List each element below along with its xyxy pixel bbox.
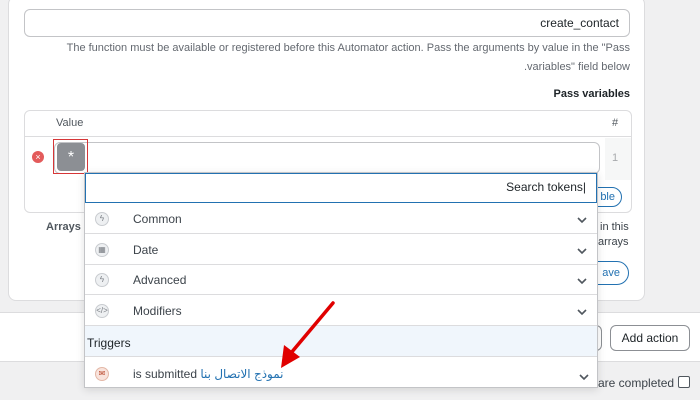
trigger-form-name: نموذج الاتصال بنا: [200, 367, 284, 381]
help-text-fragment-2: arrays: [598, 236, 629, 248]
code-icon: </>: [95, 304, 109, 318]
column-header-number: #: [612, 117, 619, 129]
chevron-down-icon: [577, 217, 587, 224]
column-header-value: Value: [56, 117, 84, 129]
chevron-down-icon: [579, 374, 589, 381]
pass-variables-label: Pass variables: [553, 88, 630, 100]
token-category-label: Date: [133, 243, 159, 257]
triggers-heading: Triggers: [87, 336, 131, 350]
token-category-label: Modifiers: [133, 304, 182, 318]
calendar-icon: ▦: [95, 243, 109, 257]
variable-value-input[interactable]: [54, 142, 600, 174]
completed-label: are completed: [598, 376, 675, 390]
trigger-prefix: is submitted: [133, 367, 198, 381]
bolt-icon: ϟ: [95, 273, 109, 287]
form-plugin-icon: ✉: [95, 367, 109, 381]
chevron-down-icon: [577, 278, 587, 285]
bolt-icon: ϟ: [95, 212, 109, 226]
function-help-text: The function must be available or regist…: [66, 42, 630, 54]
add-action-button[interactable]: Add action: [610, 325, 690, 351]
search-tokens-input[interactable]: Search tokens|: [85, 173, 597, 203]
table-header-row: [24, 110, 632, 137]
chevron-down-icon: [577, 309, 587, 316]
arrays-label: Arrays: [46, 221, 81, 233]
help-text-fragment: in this: [600, 221, 629, 233]
token-category-label: Common: [133, 212, 182, 226]
search-tokens-text: Search tokens: [506, 180, 583, 194]
token-category-date[interactable]: [85, 235, 597, 265]
triggers-section-header: [85, 326, 597, 357]
row-number: 1: [612, 152, 619, 164]
chevron-down-icon: [577, 248, 587, 255]
insert-token-button[interactable]: *: [57, 143, 85, 171]
function-name-input[interactable]: create_contact: [24, 9, 630, 37]
token-category-label: Advanced: [133, 273, 187, 287]
remove-row-icon[interactable]: ×: [32, 151, 44, 163]
completed-checkbox[interactable]: [678, 376, 690, 388]
trigger-token-item[interactable]: is submitted نموذج الاتصال بنا: [133, 367, 284, 381]
function-help-text-cont: .variables" field below: [523, 61, 630, 73]
